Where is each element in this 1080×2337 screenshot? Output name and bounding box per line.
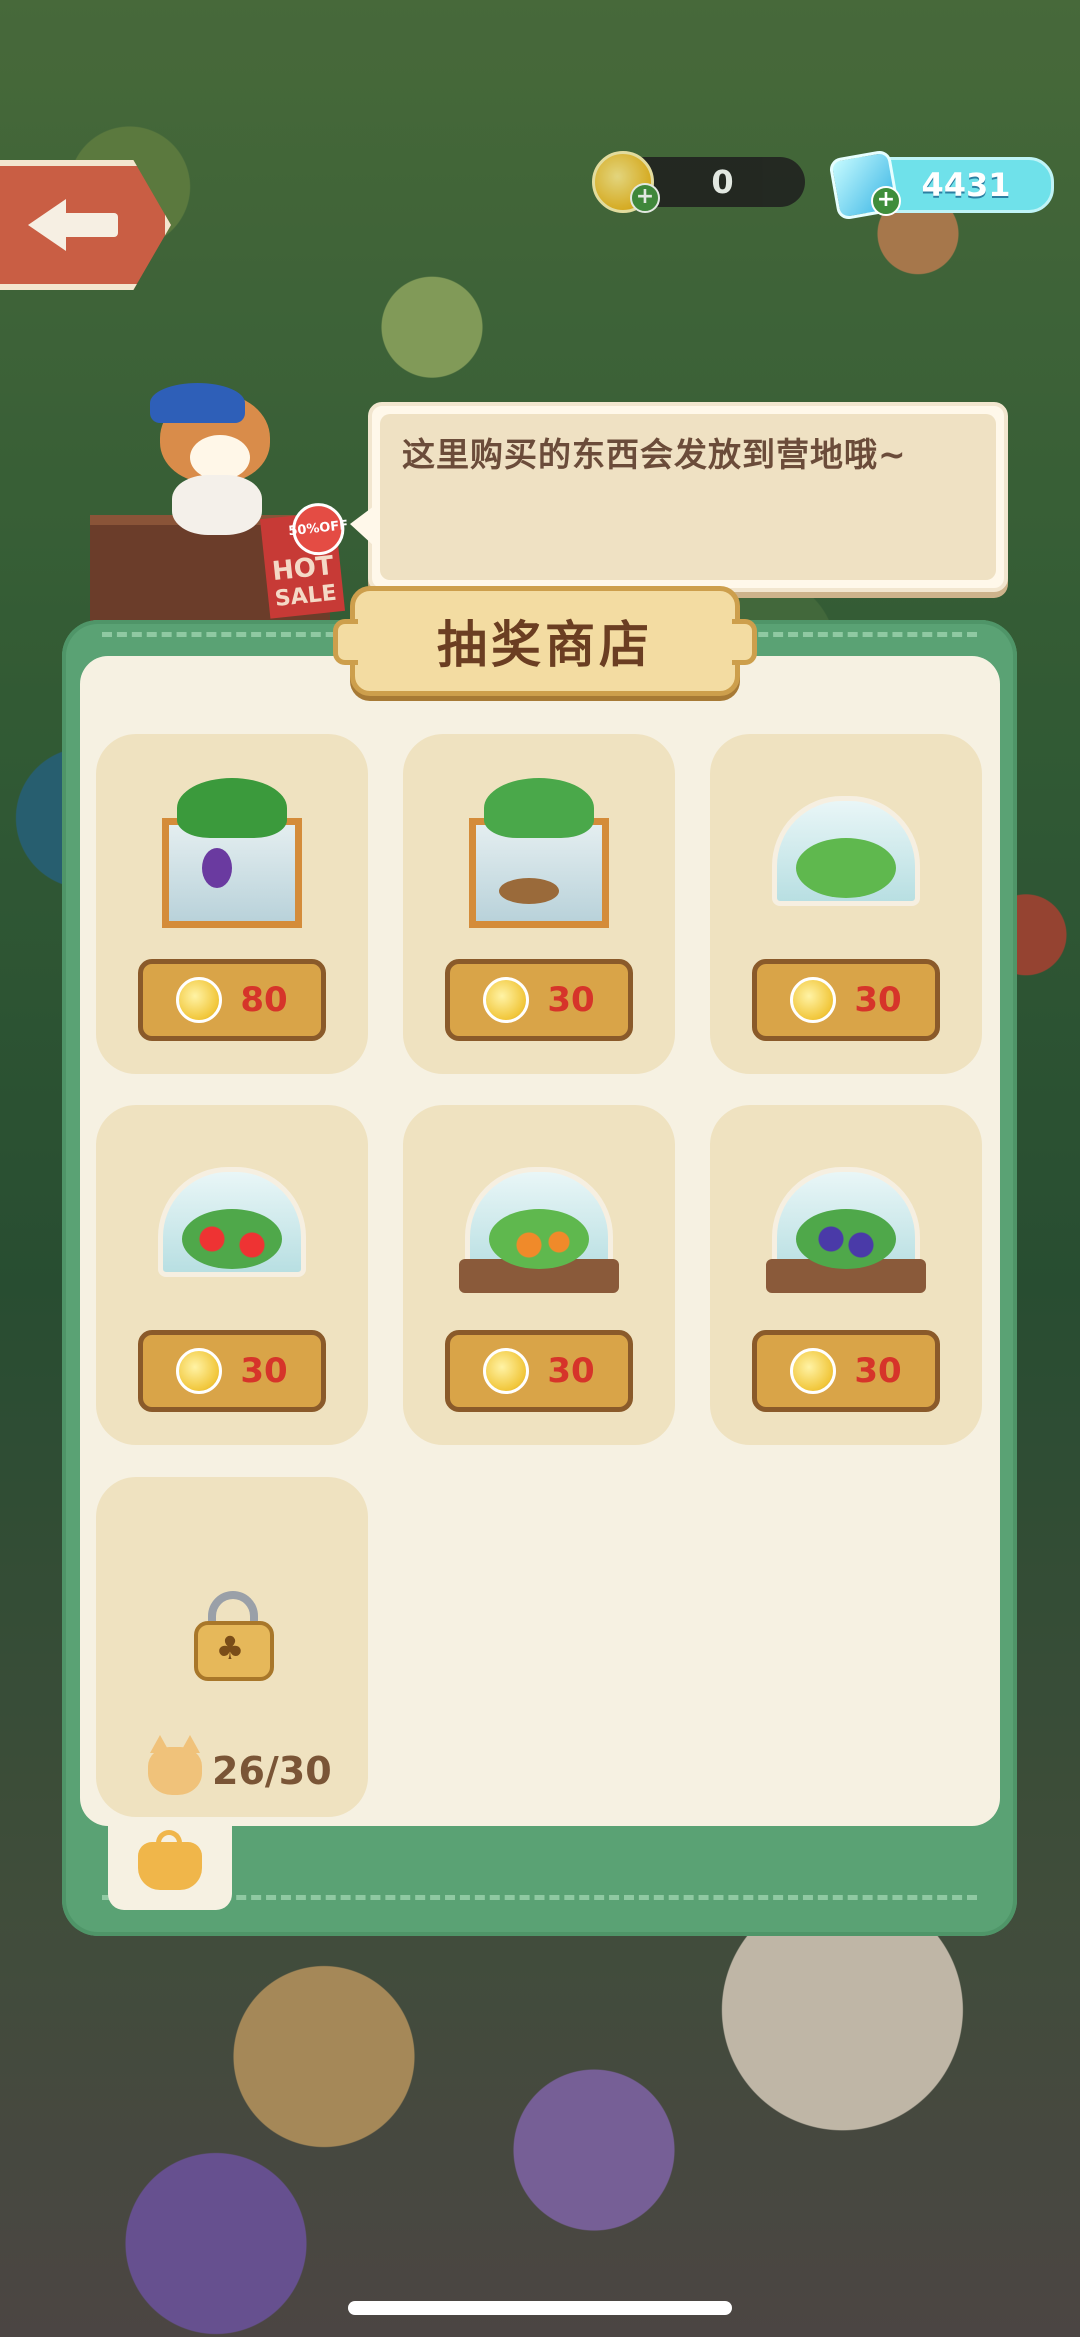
buy-button[interactable]: 80 (138, 959, 326, 1041)
shopkeeper-mascot: 50% OFF HOT SALE (90, 375, 350, 625)
dog-shopkeeper (150, 375, 280, 535)
grape-greenhouse-icon (766, 1149, 926, 1309)
price-value: 30 (854, 980, 902, 1020)
shop-item-card[interactable]: 30 (710, 734, 982, 1074)
coin-icon (483, 1348, 530, 1394)
speech-text: 这里购买的东西会发放到营地哦~ (402, 435, 907, 474)
cabbage-greenhouse-icon (766, 778, 926, 938)
bag-icon (138, 1830, 202, 1890)
carrot-greenhouse-icon (459, 1149, 619, 1309)
locked-item-card[interactable]: ♣ 26/30 (96, 1477, 368, 1817)
price-value: 30 (854, 1351, 902, 1391)
price-value: 30 (240, 1351, 288, 1391)
cat-icon (148, 1735, 202, 1795)
coin-amount: 0 (711, 163, 734, 201)
shop-item-card[interactable]: 30 (710, 1105, 982, 1445)
coin-icon (176, 977, 223, 1023)
home-indicator[interactable] (348, 2301, 732, 2315)
price-value: 30 (547, 1351, 595, 1391)
buy-button[interactable]: 30 (445, 1330, 633, 1412)
strawberry-greenhouse-icon (152, 1149, 312, 1309)
price-value: 30 (547, 980, 595, 1020)
club-lock-icon: ♣ (186, 1585, 282, 1681)
shop-item-card[interactable]: 80 (96, 734, 368, 1074)
coin-icon (790, 977, 837, 1023)
shop-title: 抽奖商店 (437, 616, 653, 674)
speech-bubble: 这里购买的东西会发放到营地哦~ (350, 402, 1008, 592)
shop-item-card[interactable]: 30 (96, 1105, 368, 1445)
buy-button[interactable]: 30 (752, 959, 940, 1041)
potato-shelf-icon (459, 778, 619, 938)
coin-icon (176, 1348, 223, 1394)
eggplant-shelf-icon (152, 778, 312, 938)
unlock-progress: 26/30 (148, 1735, 332, 1795)
buy-button[interactable]: 30 (752, 1330, 940, 1412)
gem-counter[interactable]: + 4431 (828, 149, 1054, 221)
coin-icon (483, 977, 530, 1023)
back-arrow-icon (27, 199, 118, 251)
tab-bag[interactable] (108, 1822, 232, 1910)
progress-text: 26/30 (212, 1749, 332, 1793)
shop-title-plaque: 抽奖商店 (333, 586, 757, 696)
coin-counter[interactable]: + 0 (592, 151, 805, 213)
hot-sale-tag: 50% OFF HOT SALE (259, 500, 349, 619)
coin-icon (790, 1348, 837, 1394)
buy-button[interactable]: 30 (138, 1330, 326, 1412)
price-value: 80 (240, 980, 288, 1020)
buy-button[interactable]: 30 (445, 959, 633, 1041)
gem-amount: 4431 (921, 166, 1011, 204)
shop-item-card[interactable]: 30 (403, 1105, 675, 1445)
shop-item-card[interactable]: 30 (403, 734, 675, 1074)
